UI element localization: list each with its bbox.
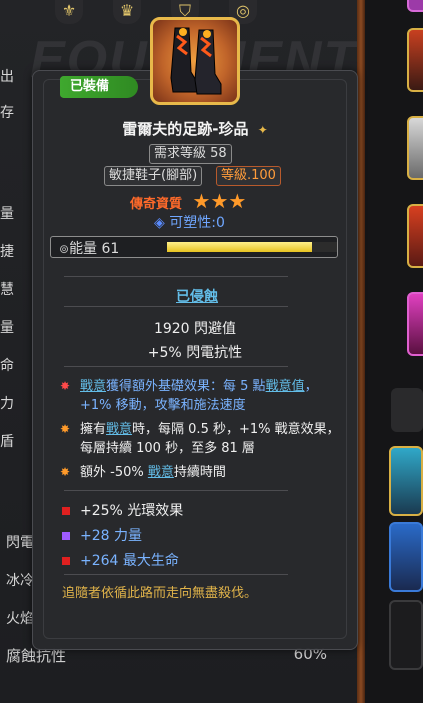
resist-tag-lightning: 閃電 bbox=[6, 535, 34, 551]
stat-row: 量 bbox=[0, 206, 14, 222]
rarity-stars: ★★★ bbox=[193, 189, 247, 213]
divider bbox=[64, 490, 288, 491]
gold-helmet-icon bbox=[391, 388, 423, 432]
stat-row: 量 bbox=[0, 320, 14, 336]
red-square-icon bbox=[62, 557, 70, 565]
affix-text: 額外 -50% 戰意持續時間 bbox=[80, 463, 340, 482]
affix-text: 戰意獲得額外基礎效果：每 5 點戰意值，+1% 移動，攻擊和施法速度 bbox=[80, 377, 340, 415]
plasticity-value: 可塑性:0 bbox=[169, 215, 225, 231]
star-icon: ★ bbox=[228, 189, 247, 213]
stat-row: 盾 bbox=[0, 434, 14, 450]
inventory-slot[interactable] bbox=[407, 28, 423, 92]
keyword-link[interactable]: 戰意 bbox=[148, 465, 174, 480]
star-icon: ★ bbox=[210, 189, 229, 213]
affix-effect: ✸ 擁有戰意時，每隔 0.5 秒，+1% 戰意效果，每層持續 100 秒，至多 8… bbox=[58, 420, 340, 458]
affix-text-part: 持續時間 bbox=[173, 465, 226, 480]
stat-row: 捷 bbox=[0, 244, 14, 260]
affix-text-part: 擁有 bbox=[80, 422, 107, 437]
energy-icon: ⊚ bbox=[59, 242, 70, 256]
inventory-slot[interactable] bbox=[389, 446, 423, 516]
panel-divider bbox=[357, 0, 365, 703]
resist-tag-fire: 火焰 bbox=[6, 611, 34, 627]
divider bbox=[64, 306, 288, 307]
inventory-slot[interactable] bbox=[389, 522, 423, 592]
sparkle-icon: ✦ bbox=[257, 123, 268, 137]
affix-text: 擁有戰意時，每隔 0.5 秒，+1% 戰意效果，每層持續 100 秒，至多 81… bbox=[80, 420, 340, 458]
sub-stat: +25% 光環效果 bbox=[62, 500, 183, 520]
tab-armor-icon[interactable]: ♛ bbox=[113, 0, 141, 24]
affix-bullet-icon: ✸ bbox=[59, 465, 71, 479]
keyword-link[interactable]: 戰意 bbox=[106, 422, 132, 437]
stat-row: 出 bbox=[0, 69, 14, 85]
red-square-icon bbox=[62, 507, 70, 515]
affix-text-part: 獲得額外基礎效果：每 5 點 bbox=[106, 379, 266, 394]
energy-bar-fill bbox=[167, 242, 312, 252]
flavor-text: 追隨者依循此路而走向無盡殺伐。 bbox=[62, 586, 258, 601]
main-stat-lightning-resist: +5% 閃電抗性 bbox=[147, 345, 243, 361]
item-level: 等級.100 bbox=[216, 166, 281, 186]
plasticity-icon: ◈ bbox=[154, 215, 165, 231]
main-stat-evasion: 1920 閃避值 bbox=[153, 321, 237, 337]
sub-stat: +264 最大生命 bbox=[62, 550, 179, 570]
sub-stat-text: +264 最大生命 bbox=[80, 553, 179, 569]
stat-row: 存 bbox=[0, 105, 14, 121]
rarity-row: 傳奇資質 ★★★ bbox=[130, 189, 246, 213]
stat-row: 命 bbox=[0, 358, 14, 374]
equipped-badge: 已裝備 bbox=[60, 76, 138, 98]
keyword-link[interactable]: 戰意值 bbox=[266, 379, 305, 394]
energy-bar bbox=[167, 242, 337, 252]
item-name: 雷爾夫的足跡-珍品 ✦ bbox=[32, 118, 358, 139]
item-type: 敏捷鞋子(腳部) bbox=[104, 166, 203, 186]
item-name-text: 雷爾夫的足跡-珍品 bbox=[122, 120, 249, 138]
affix-text-part: 額外 -50% bbox=[80, 465, 148, 480]
divider bbox=[64, 276, 288, 277]
inventory-slot[interactable] bbox=[407, 0, 423, 12]
boots-item-icon bbox=[150, 17, 240, 105]
star-icon: ★ bbox=[192, 189, 211, 213]
inventory-slot[interactable] bbox=[407, 116, 423, 180]
energy-row: ⊚能量 61 bbox=[50, 236, 338, 258]
sub-stat-text: +25% 光環效果 bbox=[80, 503, 184, 519]
corroded-link[interactable]: 已侵蝕 bbox=[176, 286, 218, 306]
stat-row: 慧 bbox=[0, 282, 14, 298]
stat-row: 力 bbox=[0, 396, 14, 412]
rarity-label: 傳奇資質 bbox=[130, 197, 183, 212]
divider bbox=[64, 366, 288, 367]
resist-tag-cold: 冰冷 bbox=[6, 573, 34, 589]
energy-label: ⊚能量 61 bbox=[59, 238, 119, 258]
sub-stat: +28 力量 bbox=[62, 525, 142, 545]
inventory-slot[interactable] bbox=[407, 204, 423, 268]
tab-emblem-icon[interactable]: ⚜ bbox=[55, 0, 83, 24]
inventory-slot[interactable] bbox=[407, 292, 423, 356]
keyword-link[interactable]: 戰意 bbox=[80, 379, 106, 394]
inventory-slot-empty[interactable] bbox=[389, 600, 423, 670]
affix-effect: ✸ 戰意獲得額外基礎效果：每 5 點戰意值，+1% 移動，攻擊和施法速度 bbox=[58, 377, 340, 415]
divider bbox=[64, 574, 288, 575]
purple-square-icon bbox=[62, 532, 70, 540]
energy-value: 能量 61 bbox=[69, 241, 120, 257]
plasticity-row: ◈ 可塑性:0 bbox=[154, 212, 225, 232]
sub-stat-text: +28 力量 bbox=[80, 528, 142, 544]
affix-bullet-icon: ✸ bbox=[59, 379, 71, 393]
required-level: 需求等級 58 bbox=[149, 144, 232, 164]
affix-effect: ✸ 額外 -50% 戰意持續時間 bbox=[58, 463, 340, 482]
inventory-column bbox=[365, 0, 423, 703]
affix-bullet-icon: ✸ bbox=[59, 422, 71, 436]
